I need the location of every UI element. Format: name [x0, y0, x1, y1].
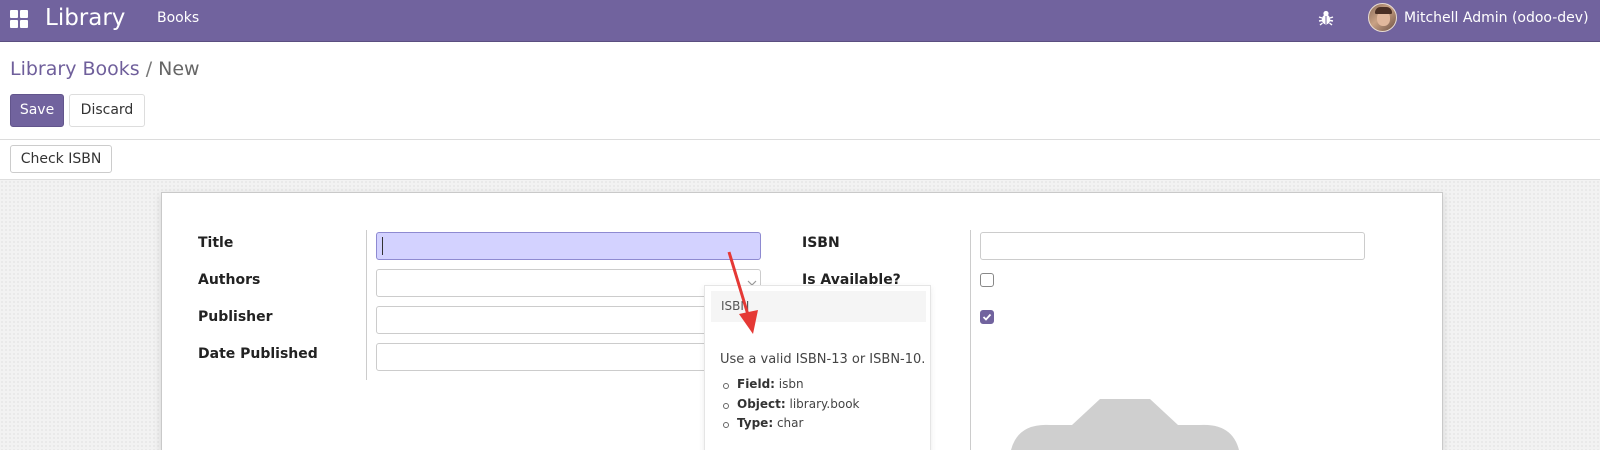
authors-label: Authors [198, 272, 261, 288]
annotation-arrow-icon [727, 251, 758, 334]
check-isbn-button[interactable]: Check ISBN [10, 145, 112, 173]
image-placeholder-icon [1011, 399, 1239, 450]
user-menu[interactable]: Mitchell Admin (odoo-dev) [1404, 9, 1589, 27]
breadcrumb-parent[interactable]: Library Books [10, 58, 140, 80]
tooltip-help: Use a valid ISBN-13 or ISBN-10. [720, 352, 926, 367]
tooltip-details: Field: isbn Object: library.book Type: c… [720, 375, 859, 434]
title-field[interactable] [376, 232, 761, 260]
avatar-hair [1375, 7, 1392, 14]
avatar[interactable] [1368, 3, 1397, 32]
publisher-label: Publisher [198, 309, 273, 325]
column-separator [366, 230, 367, 380]
breadcrumb: Library Books / New [10, 57, 200, 81]
text-caret [382, 237, 383, 255]
discard-button[interactable]: Discard [69, 94, 145, 127]
divider [0, 139, 1600, 140]
isbn-field[interactable] [980, 232, 1365, 260]
column-separator-right [970, 230, 971, 450]
bug-icon[interactable] [1317, 9, 1335, 27]
breadcrumb-current: New [158, 58, 200, 80]
date-published-label: Date Published [198, 346, 318, 362]
check-icon [982, 313, 992, 321]
title-label: Title [198, 235, 234, 251]
save-button[interactable]: Save [10, 94, 64, 127]
top-navbar: Library Books Mitchell Admin (odoo-dev) [0, 0, 1600, 42]
menu-item-books[interactable]: Books [157, 9, 199, 27]
tooltip-detail-type: Type: char [720, 414, 859, 434]
isbn-label: ISBN [802, 235, 840, 251]
app-brand[interactable]: Library [45, 4, 125, 32]
breadcrumb-separator: / [139, 58, 159, 80]
tooltip-detail-object: Object: library.book [720, 395, 859, 415]
apps-grid-icon[interactable] [10, 10, 28, 28]
is-available-checkbox[interactable] [980, 273, 994, 287]
active-checkbox[interactable] [980, 310, 994, 324]
tooltip-detail-field: Field: isbn [720, 375, 859, 395]
